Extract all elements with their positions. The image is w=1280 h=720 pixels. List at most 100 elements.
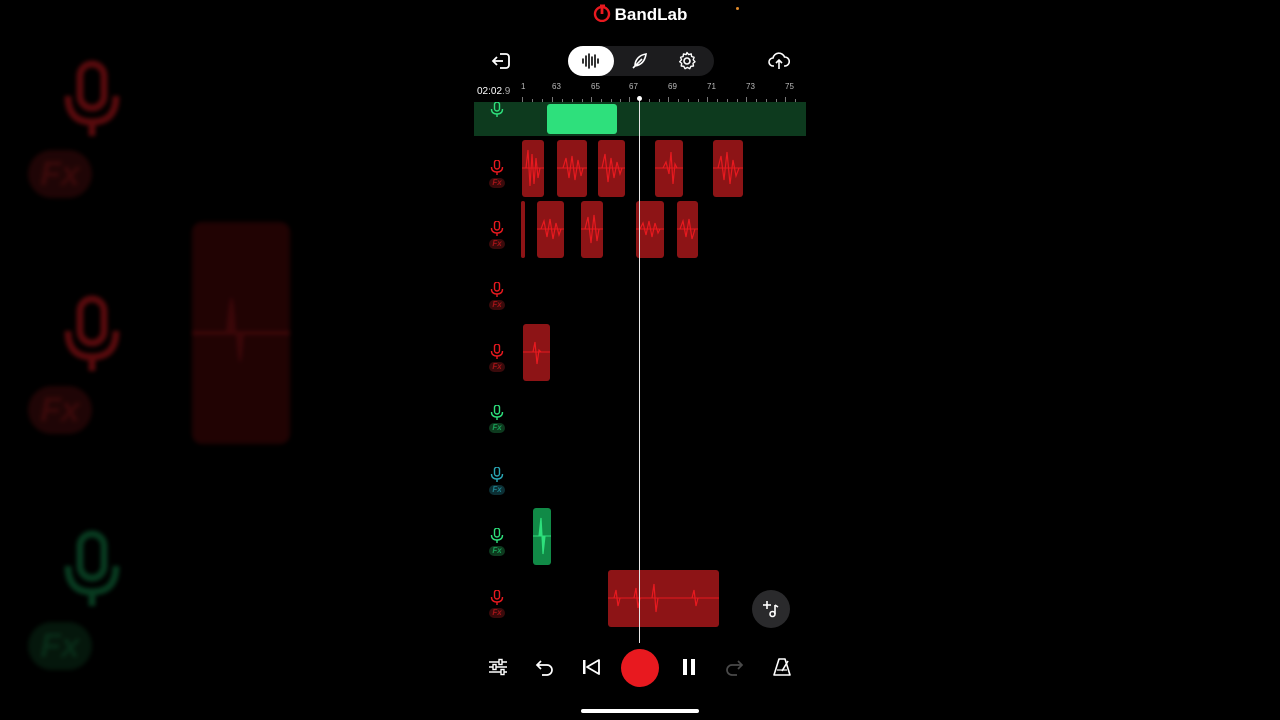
- timecode-fraction: .9: [502, 86, 511, 97]
- track-area: Fx Fx Fx Fx Fx Fx Fx Fx: [474, 102, 806, 638]
- fx-badge[interactable]: Fx: [489, 300, 505, 310]
- fx-badge[interactable]: Fx: [489, 178, 505, 188]
- mic-icon[interactable]: [490, 590, 504, 606]
- ruler-label: 71: [707, 82, 716, 91]
- bg-fx-badge: Fx: [28, 150, 92, 198]
- waveform: [598, 153, 625, 183]
- waveform: [533, 517, 551, 555]
- waveform: [655, 151, 683, 185]
- waveform: [557, 155, 587, 181]
- playhead-handle[interactable]: [637, 96, 642, 101]
- brand-title: BandLab: [474, 4, 806, 25]
- track-row[interactable]: Fx: [474, 199, 806, 260]
- bandlab-logo-icon: [593, 4, 610, 22]
- mic-icon[interactable]: [490, 282, 504, 298]
- waveform: [522, 149, 544, 187]
- record-button[interactable]: [621, 649, 659, 687]
- skip-back-button[interactable]: [579, 655, 603, 679]
- mic-icon[interactable]: [490, 405, 504, 421]
- timecode-display: 02:02.9: [477, 86, 510, 97]
- mic-icon[interactable]: [490, 160, 504, 176]
- audio-clip[interactable]: [533, 508, 551, 565]
- ruler-label: 69: [668, 82, 677, 91]
- audio-clip[interactable]: [636, 201, 664, 258]
- track-controls: Fx: [482, 160, 512, 188]
- audio-clip[interactable]: [523, 324, 550, 381]
- track-controls: Fx: [482, 282, 512, 310]
- audio-clip[interactable]: [557, 140, 587, 197]
- track-row[interactable]: [474, 102, 806, 136]
- ruler-label: 73: [746, 82, 755, 91]
- exit-button[interactable]: [488, 50, 514, 72]
- mic-icon[interactable]: [490, 528, 504, 544]
- daw-phone-view: BandLab 02:02.9 1 63 65 67 69 71 73 75 F…: [474, 0, 806, 720]
- audio-clip[interactable]: [677, 201, 698, 258]
- track-controls: Fx: [482, 590, 512, 618]
- track-row[interactable]: Fx: [474, 383, 806, 444]
- upload-button[interactable]: [766, 50, 792, 72]
- view-mode-lyrics[interactable]: [626, 50, 652, 72]
- timecode-main: 02:02: [477, 86, 503, 97]
- undo-button[interactable]: [532, 655, 556, 679]
- bg-fx-badge: Fx: [28, 386, 92, 434]
- add-instrument-button[interactable]: [752, 590, 790, 628]
- waveform: [581, 214, 603, 244]
- view-mode-waveform[interactable]: [568, 46, 614, 76]
- waveform: [677, 218, 698, 240]
- top-toolbar: [474, 44, 806, 80]
- mic-icon[interactable]: [490, 221, 504, 237]
- pause-button[interactable]: [677, 655, 701, 679]
- bg-mic-icon: [64, 60, 120, 136]
- bg-waveform: [192, 297, 290, 363]
- track-controls: [482, 102, 512, 118]
- brand-name: BandLab: [614, 5, 688, 24]
- audio-clip[interactable]: [655, 140, 683, 197]
- bg-clip: [192, 222, 290, 444]
- fx-badge[interactable]: Fx: [489, 608, 505, 618]
- playhead[interactable]: [639, 97, 640, 643]
- fx-badge[interactable]: Fx: [489, 423, 505, 433]
- pause-icon: [683, 659, 695, 675]
- track-controls: Fx: [482, 467, 512, 495]
- view-mode-settings[interactable]: [674, 50, 700, 72]
- transport-bar: [474, 645, 806, 689]
- undo-icon: [535, 660, 553, 676]
- audio-clip[interactable]: [581, 201, 603, 258]
- mic-icon[interactable]: [490, 467, 504, 483]
- view-mode-switcher: [568, 46, 714, 76]
- skip-back-icon: [583, 659, 600, 675]
- mixer-button[interactable]: [486, 655, 510, 679]
- audio-clip[interactable]: [598, 140, 625, 197]
- waveform: [608, 583, 719, 613]
- audio-clip[interactable]: [522, 140, 544, 197]
- bg-fx-badge: Fx: [28, 622, 92, 670]
- metronome-button[interactable]: [770, 655, 794, 679]
- fx-badge[interactable]: Fx: [489, 485, 505, 495]
- mic-icon[interactable]: [490, 102, 504, 118]
- track-controls: Fx: [482, 344, 512, 372]
- ruler-label: 75: [785, 82, 794, 91]
- audio-clip[interactable]: [713, 140, 743, 197]
- fx-badge[interactable]: Fx: [489, 239, 505, 249]
- audio-clip[interactable]: [537, 201, 564, 258]
- bg-mic-icon: [64, 530, 120, 606]
- fx-badge[interactable]: Fx: [489, 362, 505, 372]
- fx-badge[interactable]: Fx: [489, 546, 505, 556]
- audio-clip[interactable]: [521, 201, 525, 258]
- audio-clip[interactable]: [547, 104, 617, 134]
- track-row[interactable]: Fx: [474, 138, 806, 199]
- track-row[interactable]: Fx: [474, 506, 806, 567]
- redo-button[interactable]: [723, 655, 747, 679]
- ruler-label: 1: [521, 82, 526, 91]
- ruler-label: 63: [552, 82, 561, 91]
- track-row[interactable]: Fx: [474, 445, 806, 506]
- track-row[interactable]: Fx: [474, 322, 806, 383]
- home-indicator[interactable]: [581, 709, 699, 713]
- audio-clip[interactable]: [608, 570, 719, 627]
- track-row[interactable]: Fx: [474, 260, 806, 321]
- feather-icon: [632, 53, 647, 69]
- waveform: [636, 220, 664, 238]
- mic-icon[interactable]: [490, 344, 504, 360]
- settings-gear-icon: [679, 51, 696, 70]
- metronome-icon: [773, 658, 791, 676]
